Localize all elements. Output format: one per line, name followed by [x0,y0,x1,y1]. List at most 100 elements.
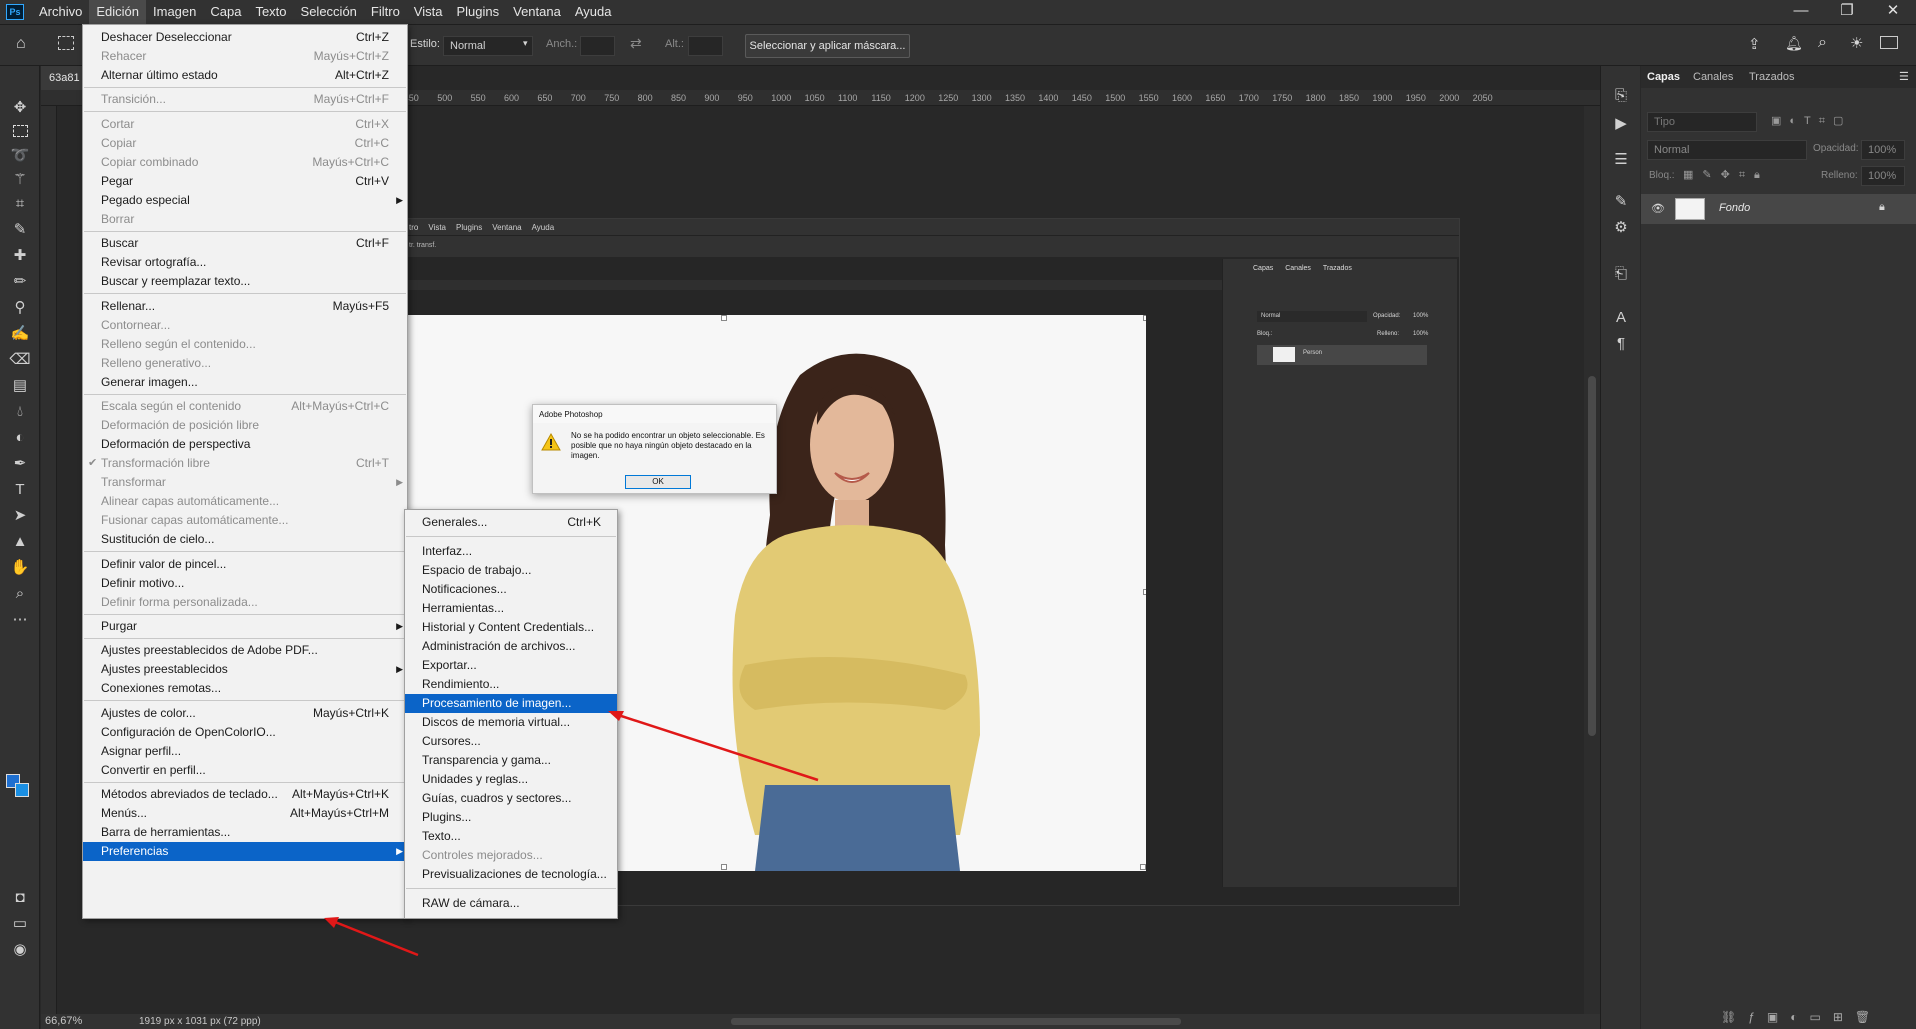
bell-icon[interactable]: 🔔︎ [1785,35,1803,52]
marquee-icon[interactable] [58,36,74,50]
preferences-item[interactable]: Generales... Ctrl+K [405,513,617,532]
lock-icons[interactable]: ▦✎✥⌗🔒︎ [1683,168,1769,182]
edit-menu-item[interactable]: Conexiones remotas... [83,679,407,698]
eyedropper-icon[interactable]: ✎ [8,218,32,240]
menu-3[interactable]: Capa [203,0,248,24]
menu-2[interactable]: Imagen [146,0,203,24]
menu-1[interactable]: Edición [89,0,146,24]
menu-10[interactable]: Ayuda [568,0,619,24]
preferences-item[interactable]: Transparencia y gama... [405,751,617,770]
edit-menu-item[interactable]: Ajustes preestablecidos ▶ [83,660,407,679]
history-panel-icon[interactable]: ⎘ [1609,84,1633,106]
select-and-mask-button[interactable]: Seleccionar y aplicar máscara... [745,34,910,58]
transform-handle[interactable] [721,315,727,321]
edit-menu-item[interactable]: Revisar ortografía... [83,253,407,272]
shape-tool-icon[interactable]: ▲ [8,530,32,552]
fill-input[interactable]: 100% [1861,166,1905,186]
vertical-scrollbar[interactable] [1584,106,1600,1014]
crop-tool-icon[interactable]: ⌗ [8,192,32,214]
move-tool-icon[interactable]: ✥ [8,96,32,118]
close-button[interactable]: ✕ [1870,0,1916,24]
edit-menu-item[interactable]: Alternar último estado Alt+Ctrl+Z [83,66,407,85]
marquee-tool-icon[interactable] [8,120,32,142]
healing-brush-icon[interactable]: ✚ [8,244,32,266]
camera-icon[interactable]: ◉ [8,938,32,960]
more-tools-icon[interactable]: ⋯ [8,608,32,630]
preferences-item[interactable]: Espacio de trabajo... [405,561,617,580]
eraser-icon[interactable]: ⌫ [8,348,32,370]
edit-menu-item[interactable]: Deshacer Deseleccionar Ctrl+Z [83,28,407,47]
edit-menu-item[interactable]: Rellenar... Mayús+F5 [83,297,407,316]
menu-8[interactable]: Plugins [449,0,506,24]
menu-4[interactable]: Texto [248,0,293,24]
menu-9[interactable]: Ventana [506,0,568,24]
gradient-tool-icon[interactable]: ▤ [8,374,32,396]
preferences-item[interactable]: Texto... [405,827,617,846]
tab-layers[interactable]: Capas [1647,71,1680,83]
brush-tool-icon[interactable]: ✏ [8,270,32,292]
zoom-level[interactable]: 66,67% [45,1015,82,1027]
edit-menu-item[interactable]: Sustitución de cielo... [83,530,407,549]
preferences-item[interactable]: Rendimiento... [405,675,617,694]
edit-menu-item[interactable]: Pegado especial ▶ [83,191,407,210]
paragraph-panel-icon[interactable]: ¶ [1609,332,1633,354]
edit-menu-item[interactable]: Menús... Alt+Mayús+Ctrl+M [83,804,407,823]
adjustments-panel-icon[interactable]: ☰ [1609,148,1633,170]
panel-menu-icon[interactable]: ☰ [1899,70,1909,83]
tab-paths[interactable]: Trazados [1749,71,1794,83]
preferences-item[interactable]: Previsualizaciones de tecnología... [405,865,617,884]
preferences-item[interactable]: RAW de cámara... [405,894,617,913]
dodge-tool-icon[interactable]: ◐ [8,426,32,448]
tab-channels[interactable]: Canales [1693,71,1733,83]
magic-wand-icon[interactable]: ⚚ [8,168,32,190]
workspace-icon[interactable] [1880,36,1898,49]
doc-info[interactable]: 1919 px x 1031 px (72 ppp) [139,1016,261,1027]
edit-menu-item[interactable]: Métodos abreviados de teclado... Alt+Mayú… [83,785,407,804]
zoom-tool-icon[interactable]: ⌕ [8,582,32,604]
menu-5[interactable]: Selección [294,0,364,24]
visibility-eye-icon[interactable]: 👁︎ [1651,202,1665,215]
blend-mode-select[interactable]: Normal [1647,140,1807,160]
transform-handle[interactable] [1140,864,1146,870]
brush-settings-icon[interactable]: ⚙ [1609,216,1633,238]
edit-menu-item[interactable]: Deformación de perspectiva [83,435,407,454]
preferences-item[interactable]: Exportar... [405,656,617,675]
text-tool-icon[interactable]: T [8,478,32,500]
edit-menu-item[interactable]: Generar imagen... [83,373,407,392]
preferences-item[interactable]: Procesamiento de imagen... [405,694,617,713]
transform-handle[interactable] [1143,589,1146,595]
background-color-swatch[interactable] [15,783,29,797]
history-brush-icon[interactable]: ✍ [8,322,32,344]
share-icon[interactable]: ⇪ [1748,35,1761,53]
pen-tool-icon[interactable]: ✒ [8,452,32,474]
edit-menu-item[interactable]: Ajustes de color... Mayús+Ctrl+K [83,704,407,723]
menu-7[interactable]: Vista [407,0,450,24]
screen-mode-icon[interactable]: ▭ [8,912,32,934]
hand-tool-icon[interactable]: ✋ [8,556,32,578]
preferences-item[interactable]: Herramientas... [405,599,617,618]
path-selection-icon[interactable]: ➤ [8,504,32,526]
edit-menu-item[interactable]: Configuración de OpenColorIO... [83,723,407,742]
maximize-button[interactable]: ❐ [1824,0,1870,24]
transform-handle[interactable] [721,864,727,870]
preferences-item[interactable]: Interfaz... [405,542,617,561]
edit-menu-item[interactable]: Buscar Ctrl+F [83,234,407,253]
preferences-item[interactable]: Cursores... [405,732,617,751]
clone-stamp-icon[interactable]: ⚲ [8,296,32,318]
edit-menu-item[interactable]: Ajustes preestablecidos de Adobe PDF... [83,641,407,660]
layer-filter-input[interactable]: Tipo [1647,112,1757,132]
home-icon[interactable]: ⌂ [16,35,26,53]
horizontal-scrollbar[interactable] [731,1018,1181,1025]
discover-icon[interactable]: ☀ [1850,34,1863,52]
brushes-panel-icon[interactable]: ✎ [1609,190,1633,212]
filter-icons[interactable]: ▣◐T⌗▢ [1771,114,1851,128]
preferences-item[interactable]: Historial y Content Credentials... [405,618,617,637]
blur-tool-icon[interactable]: 💧︎ [8,400,32,422]
edit-menu-item[interactable]: Preferencias ▶ [83,842,407,862]
preferences-item[interactable]: Discos de memoria virtual... [405,713,617,732]
style-select[interactable]: Normal [443,36,533,56]
edit-menu-item[interactable]: Barra de herramientas... [83,823,407,842]
actions-panel-icon[interactable]: ▶ [1609,112,1633,134]
ok-button[interactable]: OK [625,475,691,489]
width-input[interactable] [580,36,615,56]
